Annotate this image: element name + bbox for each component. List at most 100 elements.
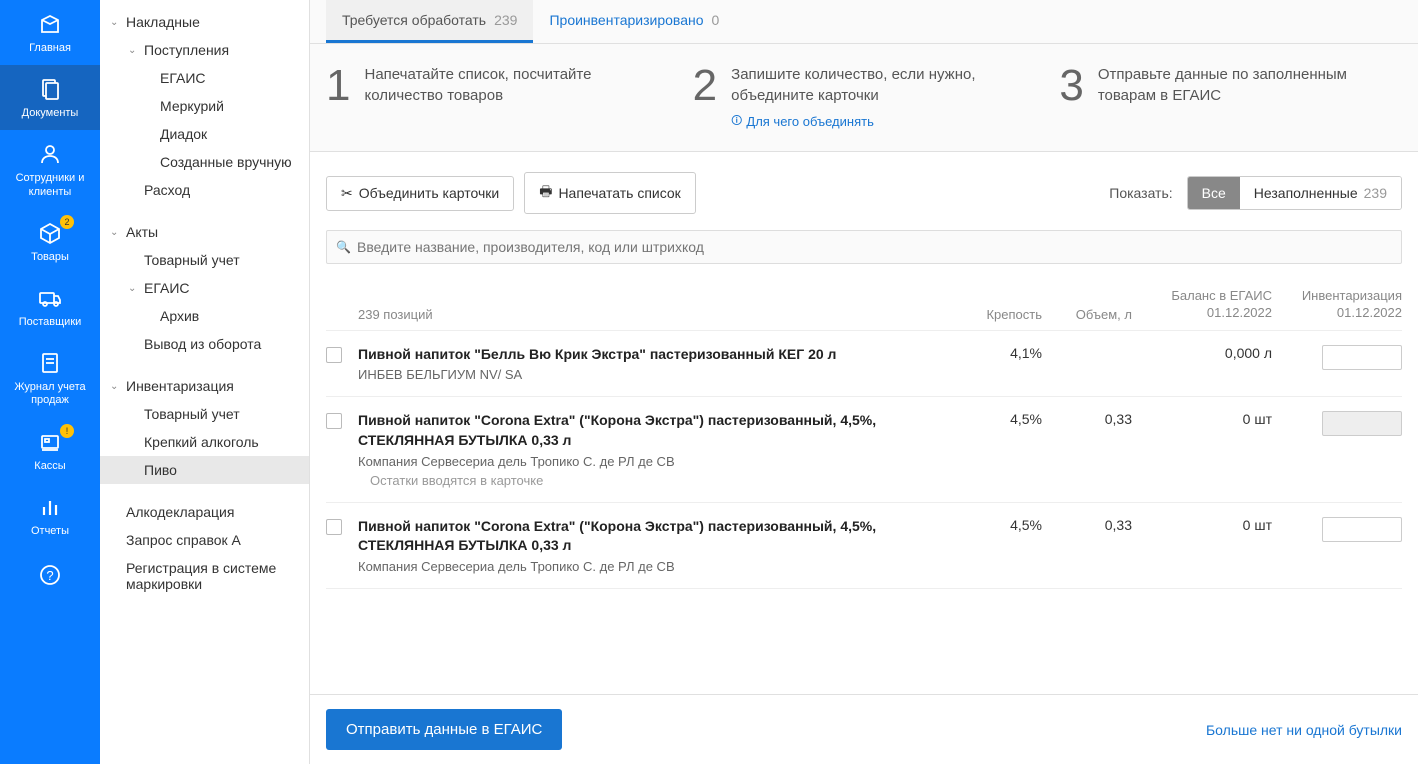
toolbar: ✂ Объединить карточки 🖶 Напечатать списо…: [310, 152, 1418, 224]
rail-home[interactable]: Главная: [0, 0, 100, 65]
rail-label: Журнал учета продаж: [4, 381, 96, 407]
inventory-input: [1322, 411, 1402, 436]
rail-reports[interactable]: Отчеты: [0, 483, 100, 548]
step: 1Напечатайте список, посчитайте количест…: [326, 64, 669, 131]
tree-label: Крепкий алкоголь: [144, 434, 259, 450]
filter-show-label: Показать:: [1109, 185, 1172, 201]
filter-unfilled-button[interactable]: Незаполненные 239: [1240, 177, 1401, 209]
inventory-input[interactable]: [1322, 517, 1402, 542]
tab-label: Требуется обработать: [342, 12, 486, 28]
merge-label: Объединить карточки: [359, 185, 499, 201]
table-row: Пивной напиток "Белль Вю Крик Экстра" па…: [326, 331, 1402, 398]
tree-label: Меркурий: [160, 98, 224, 114]
row-checkbox[interactable]: [326, 347, 342, 363]
step-help-link[interactable]: 🛈Для чего объединять: [731, 112, 1035, 131]
tree-item[interactable]: Товарный учет: [100, 400, 309, 428]
tree-label: Диадок: [160, 126, 207, 142]
item-producer: ИНБЕВ БЕЛЬГИУМ NV/ SA: [358, 367, 952, 382]
tree-item[interactable]: ⌄Акты: [100, 218, 309, 246]
tree-item[interactable]: Расход: [100, 176, 309, 204]
salesjournal-icon: [36, 349, 64, 377]
inventory-input[interactable]: [1322, 345, 1402, 370]
rail-suppliers[interactable]: Поставщики: [0, 274, 100, 339]
tree-item[interactable]: Алкодекларация: [100, 498, 309, 526]
tree-item[interactable]: Меркурий: [100, 92, 309, 120]
tree-item[interactable]: ⌄ЕГАИС: [100, 274, 309, 302]
row-checkbox[interactable]: [326, 413, 342, 429]
filter-segment: Все Незаполненные 239: [1187, 176, 1402, 210]
rail-people[interactable]: Сотрудники и клиенты: [0, 130, 100, 208]
row-note: Остатки вводятся в карточке: [370, 473, 952, 488]
rail-pos[interactable]: Кассы!: [0, 418, 100, 483]
chevron-down-icon: ⌄: [128, 45, 142, 56]
question-icon: 🛈: [731, 112, 742, 131]
merge-cards-button[interactable]: ✂ Объединить карточки: [326, 176, 514, 211]
rail-salesjournal[interactable]: Журнал учета продаж: [0, 339, 100, 417]
no-more-bottles-link[interactable]: Больше нет ни одной бутылки: [1206, 722, 1402, 738]
search-input[interactable]: [326, 230, 1402, 264]
step: 2Запишите количество, если нужно, объеди…: [693, 64, 1036, 131]
chevron-down-icon: ⌄: [110, 17, 124, 28]
item-name: Пивной напиток "Белль Вю Крик Экстра" па…: [358, 345, 952, 365]
cell-volume: 0,33: [1042, 517, 1132, 533]
rail-docs[interactable]: Документы: [0, 65, 100, 130]
tree-item[interactable]: Созданные вручную: [100, 148, 309, 176]
filter-all-button[interactable]: Все: [1188, 177, 1240, 209]
print-list-button[interactable]: 🖶 Напечатать список: [524, 172, 696, 214]
chevron-down-icon: ⌄: [110, 381, 124, 392]
filter-unfilled-count: 239: [1364, 185, 1387, 201]
tree-label: Товарный учет: [144, 252, 240, 268]
rail-help[interactable]: ?: [0, 548, 100, 606]
rail-goods[interactable]: Товары2: [0, 209, 100, 274]
th-strength: Крепость: [952, 307, 1042, 322]
tree-item[interactable]: Крепкий алкоголь: [100, 428, 309, 456]
tab[interactable]: Требуется обработать 239: [326, 0, 533, 43]
filter-unfilled-label: Незаполненные: [1254, 185, 1358, 201]
step-number: 3: [1059, 64, 1083, 131]
tree-item[interactable]: Диадок: [100, 120, 309, 148]
tree-item[interactable]: ⌄Поступления: [100, 36, 309, 64]
tree-label: Инвентаризация: [126, 378, 234, 394]
tree-label: Товарный учет: [144, 406, 240, 422]
th-inventory: Инвентаризация 01.12.2022: [1272, 288, 1402, 322]
rail-label: Кассы: [34, 460, 65, 473]
tree-item[interactable]: Товарный учет: [100, 246, 309, 274]
chevron-down-icon: ⌄: [128, 283, 142, 294]
search-icon: 🔍: [336, 240, 351, 254]
step: 3 Отправьте данные по заполненным товарам…: [1059, 64, 1402, 131]
rail-label: Документы: [22, 107, 79, 120]
item-name: Пивной напиток "Corona Extra" ("Корона Э…: [358, 411, 952, 450]
tree-item[interactable]: ЕГАИС: [100, 64, 309, 92]
item-producer: Компания Сервесериа дель Тропико С. де Р…: [358, 454, 952, 469]
tree-label: Регистрация в системе маркировки: [126, 560, 299, 592]
sidebar-tree: ⌄Накладные⌄Поступления ЕГАИС Меркурий Диадо…: [100, 0, 310, 764]
step-text: Запишите количество, если нужно, объедин…: [731, 64, 1035, 106]
cell-strength: 4,5%: [952, 517, 1042, 533]
chevron-down-icon: ⌄: [110, 227, 124, 238]
tabs: Требуется обработать 239 Проинвентаризиров…: [310, 0, 1418, 44]
tab[interactable]: Проинвентаризировано0: [533, 0, 735, 43]
tab-label: Проинвентаризировано: [549, 12, 703, 28]
left-rail: Главная Документы Сотрудники и клиенты Това…: [0, 0, 100, 764]
tree-item[interactable]: Регистрация в системе маркировки: [100, 554, 309, 598]
tree-item[interactable]: Архив: [100, 302, 309, 330]
rail-label: Товары: [31, 251, 69, 264]
step-text: Отправьте данные по заполненным товарам …: [1098, 64, 1402, 106]
tree-item[interactable]: Запрос справок А: [100, 526, 309, 554]
tree-item[interactable]: Пиво: [100, 456, 309, 484]
table-row: Пивной напиток "Corona Extra" ("Корона Э…: [326, 503, 1402, 589]
submit-egais-button[interactable]: Отправить данные в ЕГАИС: [326, 709, 562, 750]
tree-label: ЕГАИС: [160, 70, 206, 86]
tree-item[interactable]: ⌄Инвентаризация: [100, 372, 309, 400]
tree-item[interactable]: Вывод из оборота: [100, 330, 309, 358]
tab-count: 239: [494, 12, 517, 28]
step-number: 1: [326, 64, 350, 131]
rail-label: Сотрудники и клиенты: [4, 172, 96, 198]
badge: !: [60, 424, 74, 438]
row-checkbox[interactable]: [326, 519, 342, 535]
rail-label: Поставщики: [19, 316, 82, 329]
th-count: 239 позиций: [358, 307, 952, 322]
home-icon: [36, 10, 64, 38]
tree-item[interactable]: ⌄Накладные: [100, 8, 309, 36]
cell-strength: 4,5%: [952, 411, 1042, 427]
